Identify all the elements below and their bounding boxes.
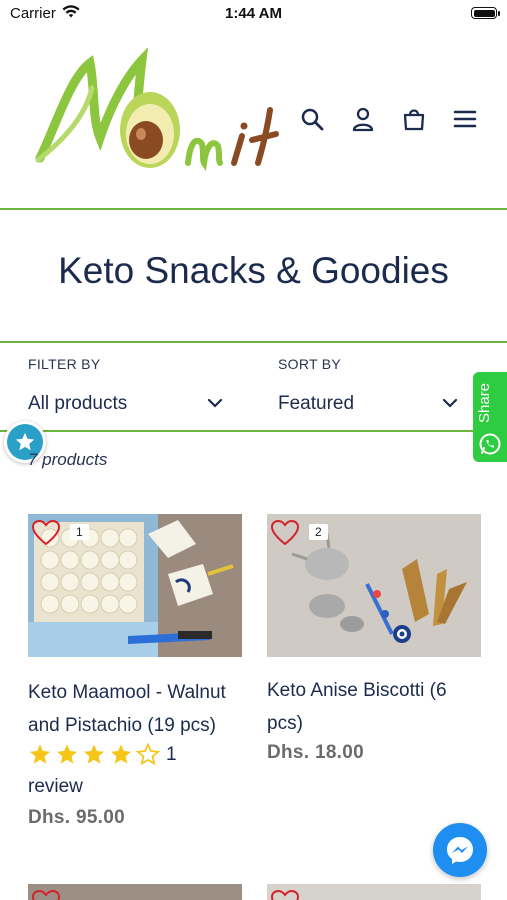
product-image[interactable] <box>28 514 242 657</box>
clock: 1:44 AM <box>225 5 282 22</box>
messenger-chat-button[interactable] <box>433 823 487 877</box>
share-label: Share <box>476 382 493 424</box>
star-filled-icon <box>56 744 78 764</box>
sort-select[interactable]: Featured <box>278 390 458 418</box>
wishlist-count-badge: 1 <box>70 524 89 540</box>
rating-stars[interactable]: 1 <box>28 743 177 766</box>
account-icon[interactable] <box>348 104 378 134</box>
wishlist-heart-icon[interactable] <box>271 520 299 546</box>
whatsapp-share-tab[interactable]: Share <box>473 372 507 462</box>
menu-icon[interactable] <box>450 104 480 134</box>
product-image[interactable] <box>267 514 481 657</box>
sort-label: SORT BY <box>278 356 342 372</box>
product-title[interactable]: Keto Maamool - Walnut and Pistachio (19 … <box>28 676 248 742</box>
product-title-line: Keto Maamool - Walnut <box>28 682 226 703</box>
star-filled-icon <box>83 744 105 764</box>
product-card[interactable]: 2 Keto Anise Biscotti (6 pcs) Dhs. 18.00 <box>267 514 481 774</box>
filter-value: All products <box>28 393 128 414</box>
page-title: Keto Snacks & Goodies <box>58 250 449 291</box>
divider <box>0 430 507 432</box>
wishlist-count-badge: 2 <box>309 524 328 540</box>
review-count: 1 <box>166 743 177 765</box>
star-empty-icon <box>136 743 160 766</box>
status-bar: Carrier 1:44 AM <box>0 0 507 28</box>
star-filled-icon <box>29 744 51 764</box>
product-image[interactable] <box>267 884 481 900</box>
sort-value: Featured <box>278 393 355 414</box>
whatsapp-icon <box>479 433 501 455</box>
divider <box>0 341 507 343</box>
brand-logo[interactable] <box>30 48 280 188</box>
chevron-down-icon <box>442 398 458 408</box>
wishlist-heart-icon <box>271 890 299 900</box>
filter-label: FILTER BY <box>28 356 101 372</box>
cart-icon[interactable] <box>399 104 429 134</box>
site-header <box>0 28 507 210</box>
search-icon[interactable] <box>297 104 327 134</box>
wishlist-heart-icon <box>32 890 60 900</box>
battery-icon <box>471 7 500 19</box>
product-price: Dhs. 18.00 <box>267 742 364 763</box>
products-count: 7 products <box>28 450 108 469</box>
product-title-line: pcs) <box>267 713 303 734</box>
filter-select[interactable]: All products <box>28 390 223 418</box>
product-price: Dhs. 95.00 <box>28 807 125 828</box>
chevron-down-icon <box>207 398 223 408</box>
product-title-line: Keto Anise Biscotti (6 <box>267 680 447 701</box>
wishlist-heart-icon[interactable] <box>32 520 60 546</box>
product-image[interactable] <box>28 884 242 900</box>
product-title-line: and Pistachio (19 pcs) <box>28 715 216 736</box>
star-filled-icon <box>110 744 132 764</box>
product-card[interactable]: 1 Keto Maamool - Walnut and Pistachio (1… <box>28 514 242 834</box>
review-label: review <box>28 776 83 797</box>
product-title[interactable]: Keto Anise Biscotti (6 pcs) <box>267 674 487 740</box>
messenger-icon <box>447 837 473 864</box>
